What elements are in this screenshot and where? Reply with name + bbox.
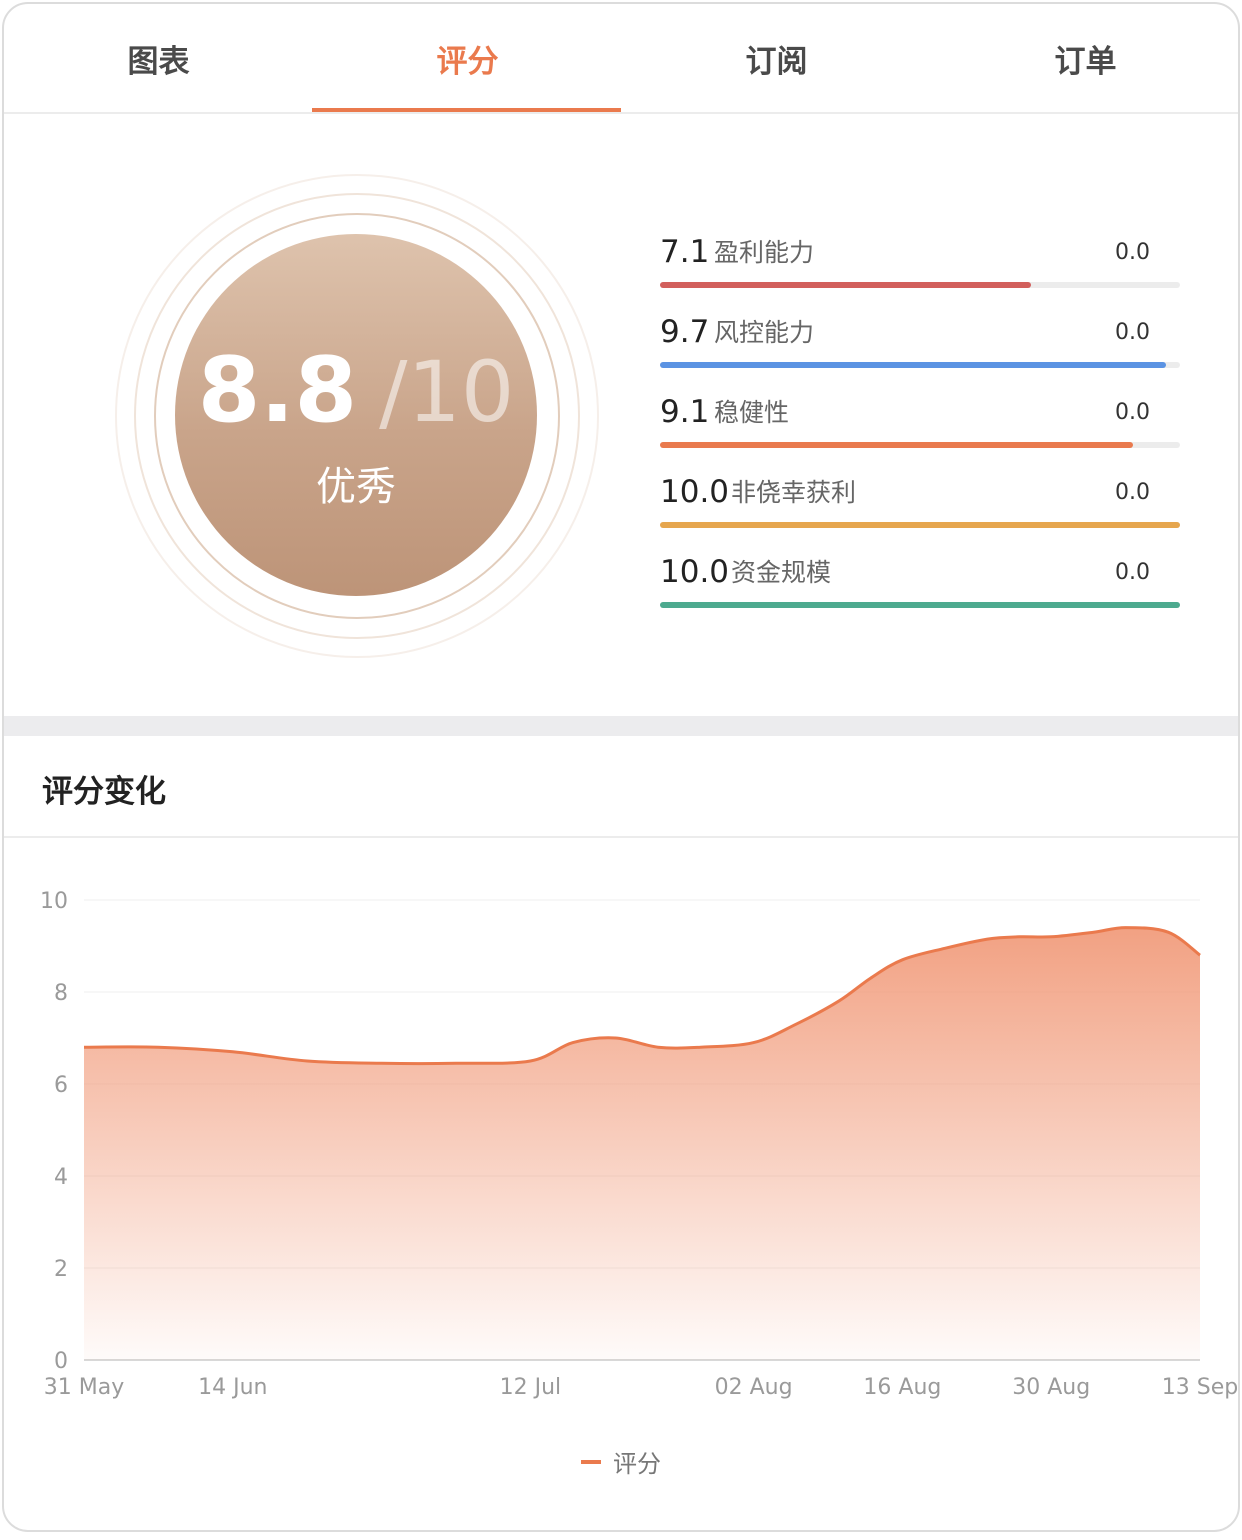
metric-bar-track — [660, 362, 1180, 368]
score-grade: 优秀 — [316, 464, 396, 510]
legend-swatch — [581, 1459, 601, 1464]
score-max: /10 — [379, 343, 515, 441]
metric-value: 10.0 — [660, 474, 730, 510]
metric-right-value: 0.0 — [1115, 480, 1150, 505]
metric-non-luck-profit: 10.0 非侥幸获利 0.0 — [660, 472, 1182, 552]
x-tick-label: 16 Aug — [863, 1375, 941, 1400]
metric-bar-track — [660, 522, 1180, 528]
score-display: 8.8/10 — [175, 338, 537, 443]
metric-value: 9.7 — [660, 314, 710, 350]
x-tick-label: 30 Aug — [1012, 1375, 1090, 1400]
score-card: 图表 评分 订阅 订单 8.8/10 优秀 7.1 盈利能力 0.0 9.7 风… — [2, 2, 1240, 1532]
metric-label: 稳健性 — [714, 398, 790, 427]
section-divider — [4, 716, 1238, 736]
metric-fund-scale: 10.0 资金规模 0.0 — [660, 552, 1182, 632]
tab-bar: 图表 评分 订阅 订单 — [4, 4, 1238, 114]
score-history-chart: 0 2 4 6 8 10 31 May 14 Jun 12 Jul 02 Aug 16 Aug 30 … — [40, 889, 1238, 1400]
metric-value: 10.0 — [660, 554, 730, 590]
legend-label: 评分 — [613, 1450, 661, 1478]
metric-stability: 9.1 稳健性 0.0 — [660, 392, 1182, 472]
score-overview: 8.8/10 优秀 7.1 盈利能力 0.0 9.7 风控能力 0.0 9.1 … — [4, 114, 1238, 716]
active-tab-indicator — [312, 108, 621, 112]
metric-right-value: 0.0 — [1115, 320, 1150, 345]
metric-risk-control: 9.7 风控能力 0.0 — [660, 312, 1182, 392]
metric-bar-fill — [660, 282, 1032, 288]
metric-value: 9.1 — [660, 394, 710, 430]
tab-orders[interactable]: 订单 — [931, 4, 1238, 112]
metric-bar-fill — [660, 442, 1134, 448]
metric-bar-track — [660, 282, 1180, 288]
y-tick-label: 4 — [54, 1165, 68, 1190]
tab-rating[interactable]: 评分 — [313, 4, 622, 112]
section-title-underline — [4, 836, 1238, 838]
y-tick-label: 2 — [54, 1257, 68, 1282]
metric-bar-track — [660, 442, 1180, 448]
y-tick-label: 0 — [54, 1349, 68, 1374]
metric-label: 非侥幸获利 — [731, 478, 857, 507]
metric-label: 盈利能力 — [714, 238, 815, 267]
score-value: 8.8 — [197, 338, 358, 443]
metric-bar-fill — [660, 522, 1180, 528]
x-tick-label: 31 May — [44, 1375, 124, 1400]
y-tick-label: 10 — [40, 889, 68, 914]
chart-section-title: 评分变化 — [42, 774, 166, 810]
metric-right-value: 0.0 — [1115, 560, 1150, 585]
x-tick-label: 02 Aug — [715, 1375, 793, 1400]
metric-right-value: 0.0 — [1115, 240, 1150, 265]
metric-profitability: 7.1 盈利能力 0.0 — [660, 232, 1182, 312]
y-tick-label: 8 — [54, 981, 68, 1006]
x-tick-label: 13 Sep — [1162, 1375, 1238, 1400]
metric-right-value: 0.0 — [1115, 400, 1150, 425]
metric-bar-track — [660, 602, 1180, 608]
tab-subscription[interactable]: 订阅 — [622, 4, 931, 112]
score-badge: 8.8/10 优秀 — [175, 234, 537, 596]
metric-label: 资金规模 — [731, 558, 832, 587]
metric-label: 风控能力 — [714, 318, 815, 347]
metric-bar-fill — [660, 602, 1180, 608]
metric-value: 7.1 — [660, 234, 710, 270]
tab-charts[interactable]: 图表 — [4, 4, 313, 112]
x-tick-label: 12 Jul — [500, 1375, 562, 1400]
chart-legend[interactable]: 评分 — [4, 1444, 1238, 1479]
x-tick-label: 14 Jun — [198, 1375, 267, 1400]
metric-bar-fill — [660, 362, 1166, 368]
y-tick-label: 6 — [54, 1073, 68, 1098]
